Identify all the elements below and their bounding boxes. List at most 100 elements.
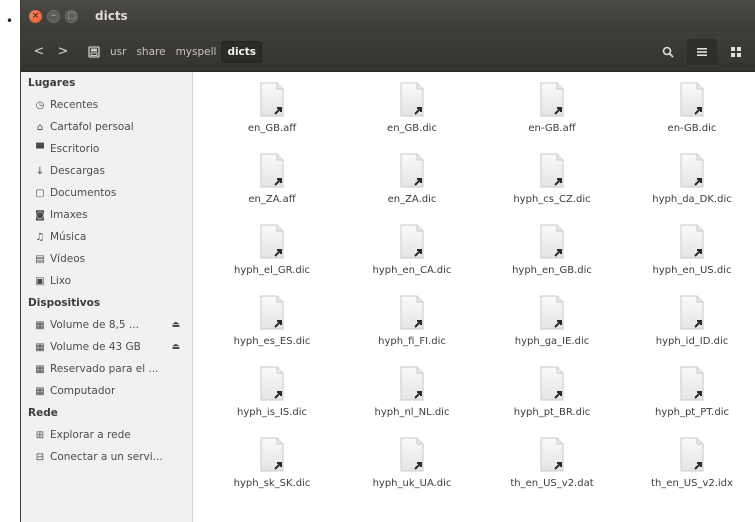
eject-icon[interactable]: ⏏ <box>171 342 180 352</box>
list-bullet: • <box>6 14 14 28</box>
file-name: hyph_en_CA.dic <box>372 265 452 276</box>
file-item[interactable]: hyph_is_IS.dic <box>202 360 342 431</box>
sidebar-item-label: Vídeos <box>50 253 86 265</box>
file-name: hyph_is_IS.dic <box>236 407 308 418</box>
file-item[interactable]: hyph_cs_CZ.dic <box>482 147 622 218</box>
sidebar-item-volume-de-8-5[interactable]: ▦ Volume de 8,5 ... ⏏ <box>21 314 192 336</box>
file-symlink-icon <box>539 362 565 402</box>
list-view-icon[interactable] <box>687 39 717 65</box>
file-item[interactable]: hyph_da_DK.dic <box>622 147 755 218</box>
sidebar-item-conectar-a-un-servi[interactable]: ⊟ Conectar a un servi... <box>21 446 192 468</box>
path-crumb-myspell[interactable]: myspell <box>171 41 222 63</box>
file-symlink-icon <box>259 362 285 402</box>
eject-icon[interactable]: ⏏ <box>171 320 180 330</box>
file-name: hyph_el_GR.dic <box>233 265 310 276</box>
file-symlink-icon <box>539 433 565 473</box>
sidebar-item-escritorio[interactable]: ▀ Escritorio <box>21 138 192 160</box>
file-name: en-GB.dic <box>667 123 717 134</box>
path-crumb-usr[interactable]: usr <box>105 41 131 63</box>
sidebar-item-reservado-para-el[interactable]: ▦ Reservado para el ... <box>21 358 192 380</box>
file-item[interactable]: en-GB.aff <box>482 76 622 147</box>
sidebar-item-label: Computador <box>50 385 116 397</box>
file-item[interactable]: th_en_US_v2.idx <box>622 431 755 502</box>
file-symlink-icon <box>539 291 565 331</box>
sidebar-item-documentos[interactable]: ▢ Documentos <box>21 182 192 204</box>
file-name: hyph_en_US.dic <box>652 265 732 276</box>
sidebar-item-label: Conectar a un servi... <box>50 451 163 463</box>
file-symlink-icon <box>399 291 425 331</box>
file-symlink-icon <box>679 220 705 260</box>
forward-button[interactable]: > <box>51 40 75 64</box>
file-item[interactable]: en_GB.aff <box>202 76 342 147</box>
file-name: en-GB.aff <box>528 123 576 134</box>
drive-icon: ▦ <box>35 363 45 375</box>
trash-icon: ▣ <box>35 275 45 287</box>
file-item[interactable]: hyph_el_GR.dic <box>202 218 342 289</box>
minimize-window-button[interactable]: – <box>47 9 60 23</box>
toolbar: < > usr share myspell dicts <box>21 32 755 72</box>
sidebar-item-lixo[interactable]: ▣ Lixo <box>21 270 192 292</box>
close-window-button[interactable]: × <box>29 9 42 23</box>
document-icon: ▢ <box>35 187 45 199</box>
file-item[interactable]: hyph_uk_UA.dic <box>342 431 482 502</box>
file-symlink-icon <box>679 149 705 189</box>
sidebar-item-label: Reservado para el ... <box>50 363 159 375</box>
file-item[interactable]: en_ZA.aff <box>202 147 342 218</box>
sidebar-item-label: Imaxes <box>50 209 88 221</box>
maximize-window-button[interactable]: □ <box>65 9 78 23</box>
file-item[interactable]: hyph_id_ID.dic <box>622 289 755 360</box>
file-item[interactable]: hyph_pt_BR.dic <box>482 360 622 431</box>
sidebar-item-explorar-a-rede[interactable]: ⊞ Explorar a rede <box>21 424 192 446</box>
file-name: hyph_ga_IE.dic <box>514 336 590 347</box>
file-name: th_en_US_v2.dat <box>510 478 594 489</box>
path-crumb-dicts[interactable]: dicts <box>221 40 263 63</box>
sidebar: Lugares ◷ Recentes ⌂ Cartafol persoal ▀ Escri… <box>21 72 193 522</box>
file-name: en_GB.dic <box>387 123 437 134</box>
sidebar-item-computador[interactable]: ▦ Computador <box>21 380 192 402</box>
sidebar-header-places: Lugares <box>28 77 76 89</box>
file-item[interactable]: en_GB.dic <box>342 76 482 147</box>
file-symlink-icon <box>539 220 565 260</box>
file-item[interactable]: hyph_en_CA.dic <box>342 218 482 289</box>
file-name: hyph_en_GB.dic <box>512 265 592 276</box>
video-icon: ▤ <box>35 253 45 265</box>
sidebar-item-v-deos[interactable]: ▤ Vídeos <box>21 248 192 270</box>
file-item[interactable]: hyph_nl_NL.dic <box>342 360 482 431</box>
sidebar-item-m-sica[interactable]: ♫ Música <box>21 226 192 248</box>
file-name: hyph_fi_FI.dic <box>378 336 446 347</box>
sidebar-item-label: Documentos <box>50 187 117 199</box>
path-crumb-share[interactable]: share <box>131 41 170 63</box>
file-item[interactable]: en-GB.dic <box>622 76 755 147</box>
search-icon[interactable] <box>653 39 683 65</box>
file-name: th_en_US_v2.idx <box>651 478 733 489</box>
file-item[interactable]: hyph_ga_IE.dic <box>482 289 622 360</box>
file-item[interactable]: hyph_en_GB.dic <box>482 218 622 289</box>
file-item[interactable]: hyph_fi_FI.dic <box>342 289 482 360</box>
file-symlink-icon <box>399 220 425 260</box>
sidebar-item-label: Lixo <box>50 275 72 287</box>
file-symlink-icon <box>399 149 425 189</box>
back-button[interactable]: < <box>27 40 51 64</box>
sidebar-item-label: Escritorio <box>50 143 100 155</box>
file-view: en_GB.aff en_GB.dic en-GB.aff en-GB.dic en_Z… <box>194 72 755 522</box>
file-name: en_GB.aff <box>247 123 297 134</box>
sidebar-item-imaxes[interactable]: ◙ Imaxes <box>21 204 192 226</box>
server-icon: ⊟ <box>35 451 45 463</box>
sidebar-item-recentes[interactable]: ◷ Recentes <box>21 94 192 116</box>
file-item[interactable]: hyph_pt_PT.dic <box>622 360 755 431</box>
grid-view-icon[interactable] <box>721 39 751 65</box>
file-symlink-icon <box>399 433 425 473</box>
sidebar-item-descargas[interactable]: ↓ Descargas <box>21 160 192 182</box>
sidebar-item-volume-de-43-gb[interactable]: ▦ Volume de 43 GB ⏏ <box>21 336 192 358</box>
drive-icon: ▦ <box>35 341 45 353</box>
file-name: hyph_id_ID.dic <box>655 336 729 347</box>
file-item[interactable]: hyph_en_US.dic <box>622 218 755 289</box>
file-item[interactable]: hyph_sk_SK.dic <box>202 431 342 502</box>
file-item[interactable]: hyph_es_ES.dic <box>202 289 342 360</box>
file-item[interactable]: th_en_US_v2.dat <box>482 431 622 502</box>
drive-icon[interactable] <box>83 41 105 63</box>
file-name: hyph_pt_BR.dic <box>513 407 591 418</box>
sidebar-item-label: Volume de 43 GB <box>50 341 141 353</box>
file-item[interactable]: en_ZA.dic <box>342 147 482 218</box>
sidebar-item-cartafol-persoal[interactable]: ⌂ Cartafol persoal <box>21 116 192 138</box>
